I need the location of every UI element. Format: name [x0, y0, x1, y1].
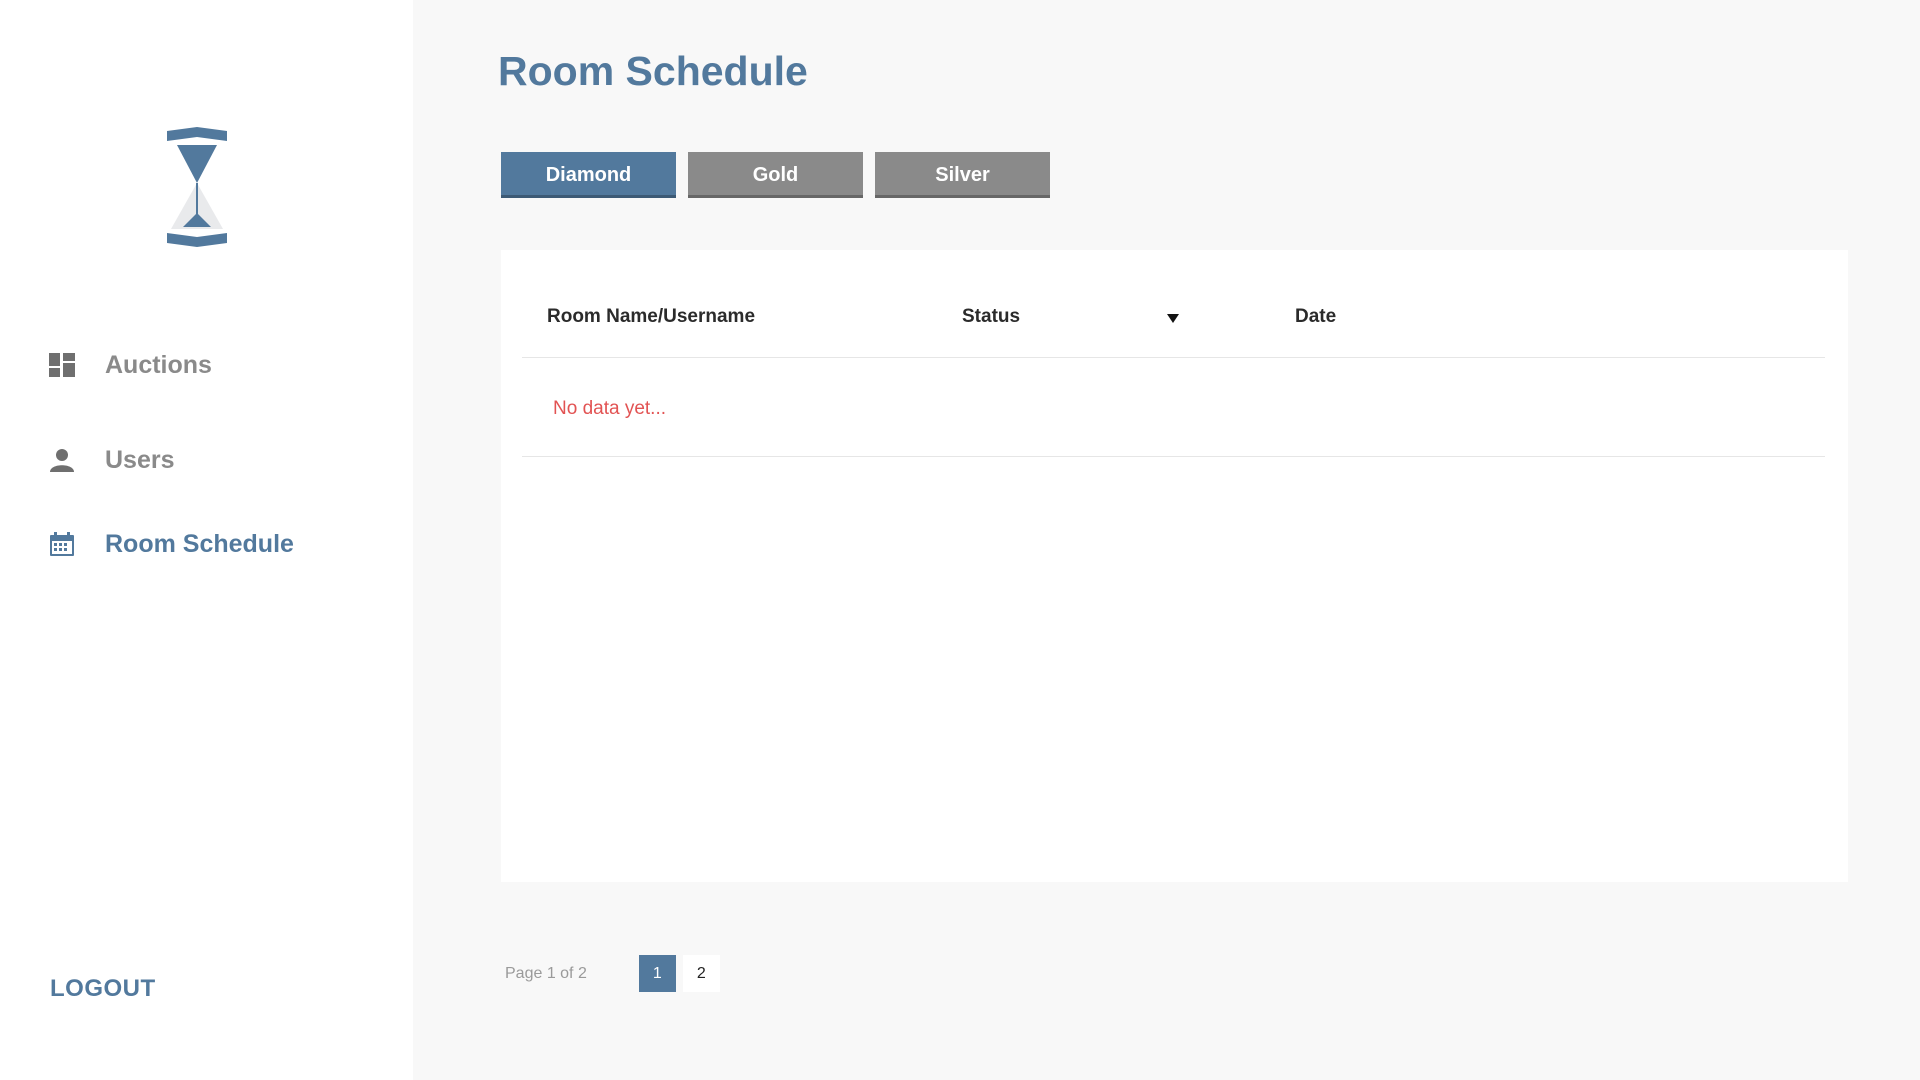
page-button-2[interactable]: 2 — [682, 955, 720, 992]
column-header-status[interactable]: Status — [962, 306, 1020, 328]
dashboard-icon — [49, 352, 75, 378]
sidebar-item-room-schedule[interactable]: Room Schedule — [49, 524, 294, 564]
page-title: Room Schedule — [498, 48, 808, 94]
schedule-table-panel: Room Name/Username Status Date No data y… — [501, 250, 1848, 882]
caret-down-icon[interactable] — [1167, 310, 1179, 328]
sidebar-item-label: Users — [105, 445, 175, 474]
sidebar-item-auctions[interactable]: Auctions — [49, 345, 212, 385]
sidebar-item-label: Room Schedule — [105, 529, 294, 558]
page-button-1[interactable]: 1 — [638, 955, 676, 992]
table-row: No data yet... — [522, 358, 1825, 457]
calendar-icon — [49, 531, 75, 557]
tab-gold[interactable]: Gold — [688, 152, 863, 198]
tab-silver[interactable]: Silver — [875, 152, 1050, 198]
hourglass-logo-icon — [167, 127, 227, 247]
user-icon — [49, 447, 75, 473]
sidebar: Auctions Users Room Schedule LOGOUT — [0, 0, 413, 1080]
page-info: Page 1 of 2 — [505, 964, 587, 982]
table-header: Room Name/Username Status Date — [522, 282, 1825, 358]
sidebar-item-label: Auctions — [105, 350, 212, 379]
column-header-room-name: Room Name/Username — [547, 306, 756, 327]
empty-state-message: No data yet... — [553, 398, 667, 419]
sidebar-item-users[interactable]: Users — [49, 440, 175, 480]
tab-diamond[interactable]: Diamond — [501, 152, 676, 198]
pagination: Page 1 of 2 1 2 — [505, 955, 720, 992]
column-header-date: Date — [1295, 306, 1337, 327]
tier-tabs: Diamond Gold Silver — [501, 152, 1050, 198]
logout-button[interactable]: LOGOUT — [50, 975, 156, 1003]
